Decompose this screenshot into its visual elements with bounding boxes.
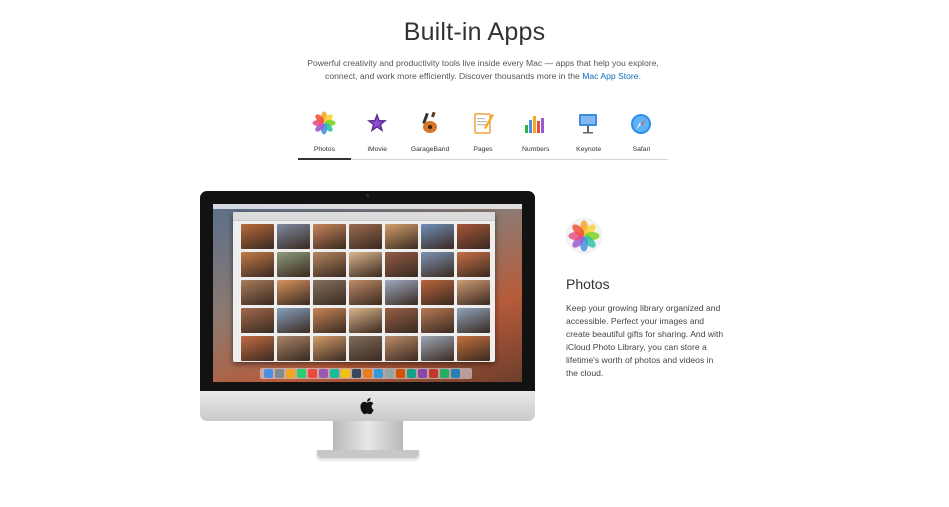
imac-foot xyxy=(317,450,419,458)
tab-label: iMovie xyxy=(367,146,388,153)
menu-bar xyxy=(213,204,522,209)
photo-thumbnail xyxy=(457,336,490,361)
garageband-icon xyxy=(421,111,437,133)
dock-app-icon xyxy=(319,369,328,378)
photo-thumbnail xyxy=(241,252,274,277)
dock-app-icon xyxy=(407,369,416,378)
dock-app-icon xyxy=(385,369,394,378)
photo-thumbnail xyxy=(241,280,274,305)
tab-garageband[interactable]: GarageBand xyxy=(404,110,457,160)
photo-thumbnail xyxy=(385,280,418,305)
imac-screen xyxy=(213,204,522,382)
photo-thumbnail xyxy=(421,252,454,277)
tab-label: Safari xyxy=(632,146,651,153)
photo-thumbnail xyxy=(313,252,346,277)
photo-thumbnail xyxy=(277,224,310,249)
tab-numbers[interactable]: Numbers xyxy=(509,110,562,160)
dock-app-icon xyxy=(341,369,350,378)
tab-imovie[interactable]: iMovie xyxy=(351,110,404,160)
photo-thumbnail xyxy=(241,336,274,361)
numbers-icon xyxy=(525,116,545,133)
imac-stand xyxy=(333,421,403,451)
photo-thumbnail xyxy=(349,336,382,361)
photo-thumbnail xyxy=(457,252,490,277)
apple-logo-icon xyxy=(360,397,374,415)
dock-app-icon xyxy=(286,369,295,378)
photo-grid xyxy=(241,224,495,361)
photo-thumbnail xyxy=(277,280,310,305)
tab-keynote[interactable]: Keynote xyxy=(562,110,615,160)
intro-paragraph: Powerful creativity and productivity too… xyxy=(290,57,676,82)
photo-thumbnail xyxy=(241,308,274,333)
photo-thumbnail xyxy=(277,336,310,361)
photos-app-window xyxy=(233,212,495,362)
tab-photos[interactable]: Photos xyxy=(298,110,351,160)
window-toolbar xyxy=(233,212,495,221)
photo-thumbnail xyxy=(313,280,346,305)
detail-description: Keep your growing library organized and … xyxy=(566,303,724,378)
tab-safari[interactable]: Safari xyxy=(615,110,668,160)
dock-app-icon xyxy=(451,369,460,378)
imovie-icon xyxy=(366,113,387,132)
photo-thumbnail xyxy=(385,308,418,333)
tab-label: Numbers xyxy=(522,146,550,153)
mac-app-store-link[interactable]: Mac App Store xyxy=(582,71,638,81)
app-tabs: Photos iMovie GarageBand Pages Numbers K… xyxy=(298,110,668,160)
photo-thumbnail xyxy=(457,308,490,333)
photo-thumbnail xyxy=(349,252,382,277)
dock-app-icon xyxy=(275,369,284,378)
photo-thumbnail xyxy=(385,336,418,361)
dock-app-icon xyxy=(440,369,449,378)
tab-label: Keynote xyxy=(576,146,602,153)
detail-title: Photos xyxy=(566,276,610,292)
camera-dot xyxy=(366,194,369,197)
photo-thumbnail xyxy=(421,224,454,249)
photo-thumbnail xyxy=(385,224,418,249)
photo-thumbnail xyxy=(457,224,490,249)
photos-icon xyxy=(312,111,336,135)
keynote-icon xyxy=(579,114,598,134)
dock-app-icon xyxy=(396,369,405,378)
tab-pages[interactable]: Pages xyxy=(457,110,510,160)
dock-app-icon xyxy=(352,369,361,378)
photo-thumbnail xyxy=(385,252,418,277)
photo-thumbnail xyxy=(277,252,310,277)
photo-thumbnail xyxy=(457,280,490,305)
tab-label: Photos xyxy=(313,146,335,153)
dock-app-icon xyxy=(308,369,317,378)
tab-label: Pages xyxy=(473,146,493,153)
dock-app-icon xyxy=(418,369,427,378)
dock-app-icon xyxy=(374,369,383,378)
imac-bezel xyxy=(200,191,535,391)
dock-app-icon xyxy=(363,369,372,378)
dock xyxy=(260,368,472,379)
photo-thumbnail xyxy=(349,308,382,333)
photo-thumbnail xyxy=(277,308,310,333)
photo-thumbnail xyxy=(313,308,346,333)
photos-app-icon xyxy=(566,218,602,254)
imac-illustration xyxy=(200,191,535,461)
dock-app-icon xyxy=(330,369,339,378)
photo-thumbnail xyxy=(421,280,454,305)
dock-app-icon xyxy=(297,369,306,378)
photo-thumbnail xyxy=(313,224,346,249)
photo-thumbnail xyxy=(313,336,346,361)
safari-icon xyxy=(631,114,652,134)
photo-thumbnail xyxy=(349,224,382,249)
dock-app-icon xyxy=(264,369,273,378)
photo-thumbnail xyxy=(349,280,382,305)
photo-thumbnail xyxy=(421,308,454,333)
dock-app-icon xyxy=(429,369,438,378)
intro-end: . xyxy=(638,70,641,81)
photo-thumbnail xyxy=(241,224,274,249)
pages-icon xyxy=(473,113,494,134)
page-title: Built-in Apps xyxy=(403,18,546,46)
photo-thumbnail xyxy=(421,336,454,361)
tab-label: GarageBand xyxy=(410,146,450,153)
